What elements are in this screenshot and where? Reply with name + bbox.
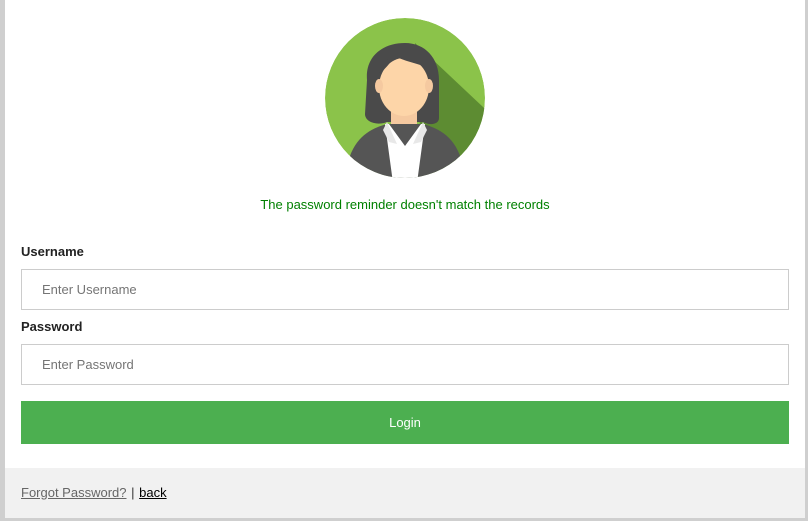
female-user-avatar-icon xyxy=(325,18,485,178)
error-message: The password reminder doesn't match the … xyxy=(260,197,550,212)
username-label: Username xyxy=(21,244,84,259)
link-separator: | xyxy=(131,485,135,500)
footer-bar: Forgot Password? | back xyxy=(5,468,805,518)
forgot-password-link[interactable]: Forgot Password? xyxy=(21,485,127,500)
username-input[interactable] xyxy=(21,269,789,310)
password-input[interactable] xyxy=(21,344,789,385)
login-button[interactable]: Login xyxy=(21,401,789,444)
back-link[interactable]: back xyxy=(139,485,166,500)
footer-links: Forgot Password? | back xyxy=(21,485,167,500)
password-label: Password xyxy=(21,319,83,334)
login-card: The password reminder doesn't match the … xyxy=(5,0,805,518)
